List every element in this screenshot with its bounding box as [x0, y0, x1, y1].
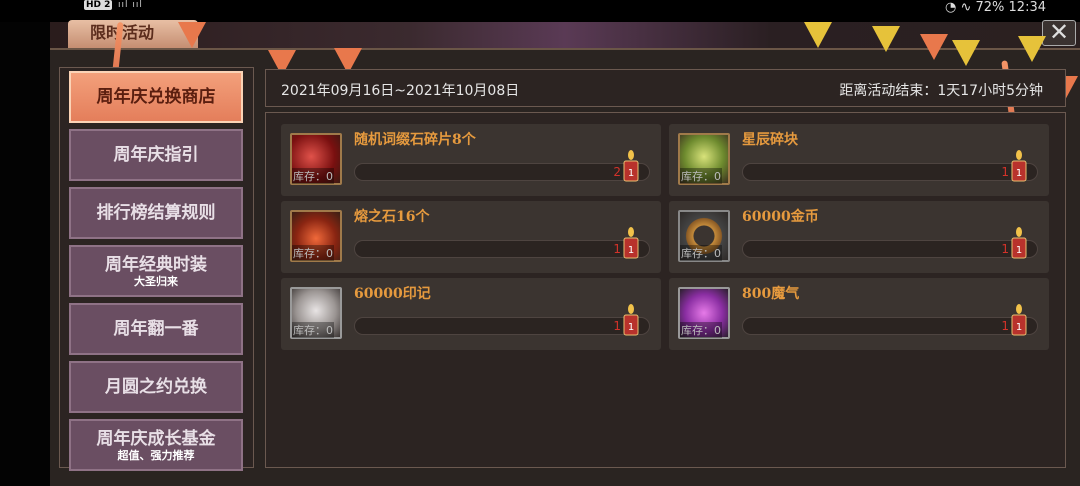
- candle-icon: 1: [623, 304, 639, 336]
- item-stock: 库存：0: [292, 245, 334, 261]
- hd-badge: HD 2: [84, 0, 113, 10]
- menu-item-growth-fund[interactable]: 周年庆成长基金 超值、强力推荐: [69, 419, 243, 471]
- menu-item-classic-fashion[interactable]: 周年经典时装 大圣归来: [69, 245, 243, 297]
- item-count: 1: [1001, 242, 1009, 256]
- item-count: 1: [613, 319, 621, 333]
- exchange-progress-bar: 1: [742, 317, 1038, 335]
- candle-label: 1: [1016, 322, 1022, 333]
- event-date-bar: 2021年09月16日~2021年10月08日 距离活动结束：1天17小时5分钟: [265, 69, 1066, 107]
- shop-item[interactable]: 库存：0 60000金币 1 1: [669, 201, 1049, 273]
- candle-label: 1: [1016, 245, 1022, 256]
- shop-item[interactable]: 库存：0 60000印记 1 1: [281, 278, 661, 350]
- item-stock: 库存：0: [680, 322, 722, 338]
- exchange-progress-bar: 2: [354, 163, 650, 181]
- bunting-flag-icon: [804, 22, 832, 48]
- menu-item-ranking-rules[interactable]: 排行榜结算规则: [69, 187, 243, 239]
- exchange-progress-bar: 1: [742, 163, 1038, 181]
- exchange-progress-bar: 1: [354, 240, 650, 258]
- candle-icon: 1: [1011, 150, 1027, 182]
- menu-item-label: 排行榜结算规则: [96, 203, 216, 223]
- candle-label: 1: [628, 322, 634, 333]
- close-button[interactable]: ✕: [1042, 20, 1076, 46]
- item-stock: 库存：0: [292, 168, 334, 184]
- item-name: 60000金币: [742, 209, 819, 225]
- menu-item-moon-exchange[interactable]: 月圆之约兑换: [69, 361, 243, 413]
- event-countdown: 距离活动结束：1天17小时5分钟: [839, 83, 1043, 99]
- item-name: 熔之石16个: [354, 209, 430, 225]
- menu-item-anniversary-guide[interactable]: 周年庆指引: [69, 129, 243, 181]
- shop-grid: 库存：0 随机词缀石碎片8个 2 1 库存：0 星辰碎块 1 1 库存：0 熔之…: [265, 112, 1066, 468]
- menu-item-label: 周年经典时装: [105, 254, 207, 275]
- menu-item-sublabel: 超值、强力推荐: [117, 448, 195, 462]
- candle-icon: 1: [623, 227, 639, 259]
- item-name: 800魔气: [742, 286, 800, 302]
- shop-item[interactable]: 库存：0 星辰碎块 1 1: [669, 124, 1049, 196]
- shop-item[interactable]: 库存：0 熔之石16个 1 1: [281, 201, 661, 273]
- bunting-flag-icon: [920, 34, 948, 60]
- item-count: 1: [1001, 319, 1009, 333]
- item-name: 星辰碎块: [742, 132, 798, 148]
- menu-item-label: 周年庆指引: [113, 145, 199, 165]
- menu-item-label: 周年庆成长基金: [96, 428, 216, 449]
- menu-item-label: 周年庆兑换商店: [96, 87, 216, 107]
- candle-icon: 1: [1011, 227, 1027, 259]
- item-name: 60000印记: [354, 286, 431, 302]
- event-menu: 周年庆兑换商店 周年庆指引 排行榜结算规则 周年经典时装 大圣归来 周年翻一番 …: [59, 67, 254, 471]
- signal-icon: ııl ııl: [118, 0, 143, 10]
- candle-label: 1: [628, 245, 634, 256]
- item-count: 1: [1001, 165, 1009, 179]
- candle-label: 1: [1016, 168, 1022, 179]
- menu-item-label: 周年翻一番: [113, 319, 199, 339]
- exchange-progress-bar: 1: [354, 317, 650, 335]
- menu-item-sublabel: 大圣归来: [134, 274, 178, 288]
- item-count: 2: [613, 165, 621, 179]
- status-right: ◔ ∿ 72% 12:34: [945, 0, 1046, 15]
- item-name: 随机词缀石碎片8个: [354, 132, 476, 148]
- event-date-range: 2021年09月16日~2021年10月08日: [281, 83, 520, 99]
- menu-item-double-up[interactable]: 周年翻一番: [69, 303, 243, 355]
- status-bar: HD 2 ııl ııl ◔ ∿ 72% 12:34: [0, 0, 1080, 22]
- menu-item-label: 月圆之约兑换: [105, 377, 207, 397]
- item-stock: 库存：0: [680, 168, 722, 184]
- item-count: 1: [613, 242, 621, 256]
- bunting-flag-icon: [952, 40, 980, 66]
- shop-item[interactable]: 库存：0 随机词缀石碎片8个 2 1: [281, 124, 661, 196]
- item-stock: 库存：0: [680, 245, 722, 261]
- shop-item[interactable]: 库存：0 800魔气 1 1: [669, 278, 1049, 350]
- bunting-flag-icon: [1018, 36, 1046, 62]
- bunting-flag-icon: [872, 26, 900, 52]
- menu-item-anniversary-shop[interactable]: 周年庆兑换商店: [69, 71, 243, 123]
- candle-label: 1: [628, 168, 634, 179]
- bunting-flag-icon: [178, 22, 206, 48]
- candle-icon: 1: [623, 150, 639, 182]
- exchange-progress-bar: 1: [742, 240, 1038, 258]
- candle-icon: 1: [1011, 304, 1027, 336]
- item-stock: 库存：0: [292, 322, 334, 338]
- left-edge: [0, 22, 50, 486]
